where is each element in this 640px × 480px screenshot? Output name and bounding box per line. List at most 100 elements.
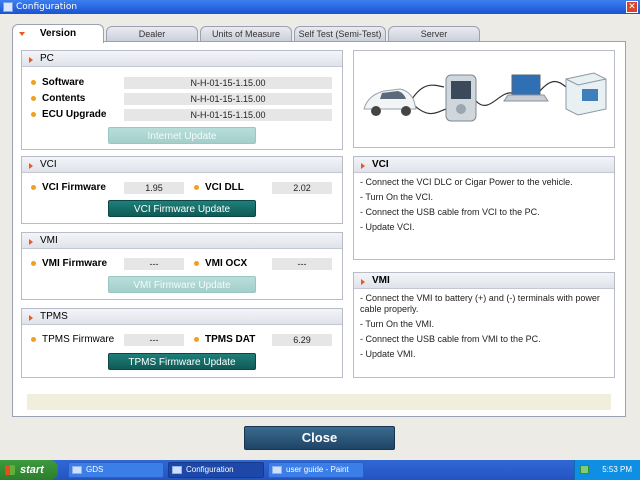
- internet-update-button[interactable]: Internet Update: [108, 127, 256, 144]
- taskbar-item-configuration[interactable]: Configuration: [168, 462, 264, 478]
- bullet-icon: [31, 112, 36, 117]
- taskbar-item-paint[interactable]: user guide - Paint: [268, 462, 364, 478]
- window-close-icon[interactable]: ✕: [626, 1, 638, 13]
- tpms-dat-value: 6.29: [272, 334, 332, 346]
- contents-label: Contents: [42, 93, 86, 104]
- car-icon: [363, 88, 417, 116]
- tab-dealer[interactable]: Dealer: [106, 26, 198, 42]
- tab-units-of-measure[interactable]: Units of Measure: [200, 26, 292, 42]
- bullet-icon: [31, 337, 36, 342]
- vmi-info-title: VMI: [372, 275, 390, 286]
- vci-info-header: VCI: [354, 157, 614, 173]
- vci-device-icon: [445, 74, 477, 122]
- connection-diagram-image: [363, 72, 607, 122]
- taskbar-item-label: GDS: [86, 465, 104, 474]
- app-window-icon: [172, 466, 182, 474]
- tab-active-indicator-icon: [19, 32, 25, 36]
- vmi-section-title: VMI: [40, 235, 58, 246]
- vmi-firmware-value: ---: [124, 258, 184, 270]
- pc-section-title: PC: [40, 53, 54, 64]
- tpms-section-title: TPMS: [40, 311, 68, 322]
- windows-flag-icon: [5, 465, 15, 475]
- software-label: Software: [42, 77, 85, 88]
- tab-dealer-label: Dealer: [138, 29, 166, 39]
- vci-section-title: VCI: [40, 159, 57, 170]
- section-arrow-icon: [361, 163, 365, 169]
- vmi-section: VMI VMI Firmware --- VMI OCX --- VMI Fir…: [21, 232, 343, 300]
- vmi-info-line: - Connect the VMI to battery (+) and (-)…: [360, 293, 600, 314]
- vci-info-line: - Connect the USB cable from VCI to the …: [360, 207, 540, 217]
- tab-units-label: Units of Measure: [211, 29, 281, 39]
- section-arrow-icon: [361, 279, 365, 285]
- window-titlebar: Configuration ✕: [0, 0, 640, 14]
- tab-server[interactable]: Server: [388, 26, 480, 42]
- software-value: N-H-01-15-1.15.00: [124, 77, 332, 89]
- vci-dll-value: 2.02: [272, 182, 332, 194]
- vci-firmware-update-button[interactable]: VCI Firmware Update: [108, 200, 256, 217]
- section-arrow-icon: [29, 163, 33, 169]
- vci-dll-label: VCI DLL: [205, 182, 244, 193]
- laptop-icon: [503, 74, 549, 102]
- vci-info-box: VCI - Connect the VCI DLC or Cigar Power…: [353, 156, 615, 260]
- start-label: start: [20, 464, 44, 476]
- ecu-upgrade-value: N-H-01-15-1.15.00: [124, 109, 332, 121]
- close-button[interactable]: Close: [244, 426, 395, 450]
- section-arrow-icon: [29, 239, 33, 245]
- tpms-firmware-value: ---: [124, 334, 184, 346]
- bullet-icon: [31, 185, 36, 190]
- taskbar: start GDS Configuration user guide - Pai…: [0, 460, 640, 480]
- bullet-icon: [31, 96, 36, 101]
- tab-version-label: Version: [39, 28, 77, 39]
- vmi-info-line: - Update VMI.: [360, 349, 416, 359]
- tpms-firmware-update-button[interactable]: TPMS Firmware Update: [108, 353, 256, 370]
- window-title: Configuration: [16, 2, 78, 12]
- taskbar-item-label: Configuration: [186, 465, 234, 474]
- tab-version[interactable]: Version: [12, 24, 104, 43]
- bullet-icon: [31, 261, 36, 266]
- bullet-icon: [194, 261, 199, 266]
- vci-info-line: - Turn On the VCI.: [360, 192, 434, 202]
- section-arrow-icon: [29, 57, 33, 63]
- vmi-section-header: VMI: [22, 233, 342, 249]
- pc-section: PC Software N-H-01-15-1.15.00 Contents N…: [21, 50, 343, 150]
- ecu-upgrade-label: ECU Upgrade: [42, 109, 107, 120]
- tpms-section: TPMS TPMS Firmware --- TPMS DAT 6.29 TPM…: [21, 308, 343, 378]
- tab-self-test[interactable]: Self Test (Semi-Test): [294, 26, 386, 42]
- vci-info-line: - Connect the VCI DLC or Cigar Power to …: [360, 177, 573, 187]
- app-icon: [3, 2, 13, 12]
- paint-icon: [272, 466, 282, 474]
- taskbar-item-gds[interactable]: GDS: [68, 462, 164, 478]
- system-tray: 5:53 PM: [574, 460, 640, 480]
- connection-diagram: [353, 50, 615, 148]
- vmi-info-line: - Turn On the VMI.: [360, 319, 435, 329]
- vci-section: VCI VCI Firmware 1.95 VCI DLL 2.02 VCI F…: [21, 156, 343, 224]
- bullet-icon: [31, 80, 36, 85]
- tpms-dat-label: TPMS DAT: [205, 334, 256, 345]
- app-window-icon: [72, 466, 82, 474]
- bullet-icon: [194, 185, 199, 190]
- vci-info-title: VCI: [372, 159, 389, 170]
- vmi-firmware-update-button[interactable]: VMI Firmware Update: [108, 276, 256, 293]
- clock[interactable]: 5:53 PM: [602, 460, 632, 480]
- vmi-ocx-value: ---: [272, 258, 332, 270]
- vmi-device-icon: [565, 72, 607, 116]
- vmi-firmware-label: VMI Firmware: [42, 258, 108, 269]
- vmi-info-line: - Connect the USB cable from VMI to the …: [360, 334, 541, 344]
- taskbar-item-label: user guide - Paint: [286, 465, 349, 474]
- vci-firmware-label: VCI Firmware: [42, 182, 106, 193]
- vci-section-header: VCI: [22, 157, 342, 173]
- section-arrow-icon: [29, 315, 33, 321]
- vmi-ocx-label: VMI OCX: [205, 258, 248, 269]
- tab-server-label: Server: [420, 29, 448, 39]
- vci-info-line: - Update VCI.: [360, 222, 415, 232]
- start-button[interactable]: start: [0, 460, 58, 480]
- vmi-info-header: VMI: [354, 273, 614, 289]
- tab-self-test-label: Self Test (Semi-Test): [298, 29, 382, 39]
- vmi-info-box: VMI - Connect the VMI to battery (+) and…: [353, 272, 615, 378]
- status-strip: [27, 394, 611, 410]
- tpms-firmware-label: TPMS Firmware: [42, 334, 115, 345]
- contents-value: N-H-01-15-1.15.00: [124, 93, 332, 105]
- tpms-section-header: TPMS: [22, 309, 342, 325]
- network-icon[interactable]: [580, 465, 589, 474]
- version-panel: PC Software N-H-01-15-1.15.00 Contents N…: [12, 41, 626, 417]
